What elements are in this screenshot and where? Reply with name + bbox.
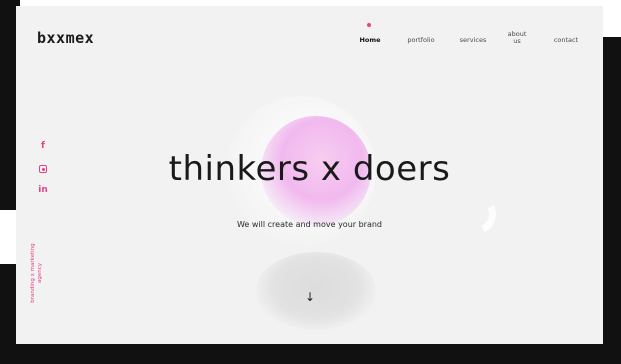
nav-item-about-us[interactable]: about us (504, 31, 530, 45)
hero-headline: thinkers x doers (168, 149, 451, 189)
nav-item-services[interactable]: services (456, 37, 490, 44)
agency-tagline-vertical: branding x marketing agency (30, 243, 43, 303)
active-nav-indicator (367, 23, 371, 27)
arrow-down-icon[interactable]: ↓ (302, 289, 318, 305)
screenshot-frame: bxxmex Home portfolio services about us … (0, 0, 621, 364)
landing-page: bxxmex Home portfolio services about us … (16, 6, 603, 344)
nav-item-contact[interactable]: contact (548, 37, 584, 44)
dark-background-right (603, 37, 621, 364)
main-nav: Home portfolio services about us contact (16, 31, 603, 61)
dark-background-bottom (0, 344, 621, 364)
hero-subline: We will create and move your brand (236, 220, 383, 229)
nav-item-portfolio[interactable]: portfolio (404, 37, 438, 44)
decorative-arc (450, 188, 502, 240)
nav-item-home[interactable]: Home (355, 37, 385, 44)
